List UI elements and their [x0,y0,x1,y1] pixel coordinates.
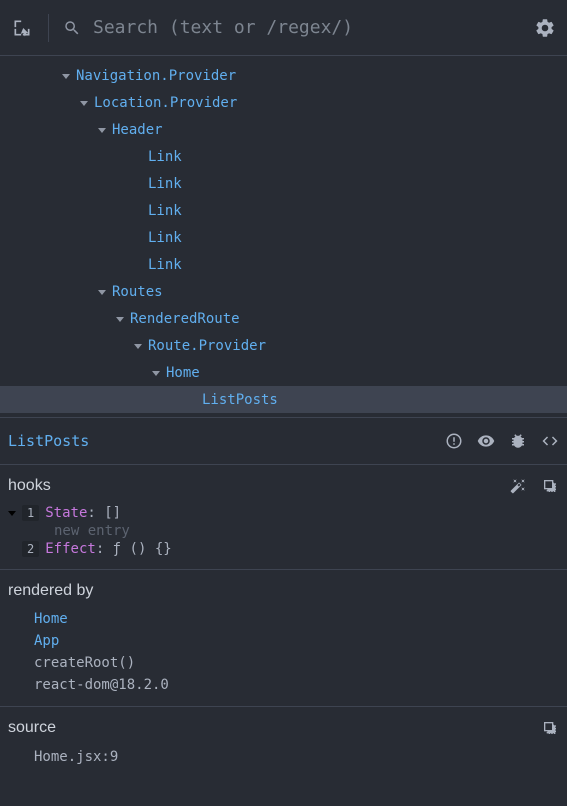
eye-icon[interactable] [477,432,495,450]
tree-arrow-none [132,259,144,271]
toolbar [0,0,567,56]
copy-icon[interactable] [541,719,559,737]
chevron-down-icon[interactable] [150,367,162,379]
tree-node[interactable]: RenderedRoute [0,305,567,332]
tree-node[interactable]: Link [0,224,567,251]
tree-node-label: Link [148,257,182,273]
tree-node[interactable]: Home [0,359,567,386]
tree-node-label: Header [112,122,163,138]
rendered-by-title: rendered by [8,582,93,600]
chevron-down-icon[interactable] [78,97,90,109]
tree-node-label: ListPosts [202,392,278,408]
tree-node[interactable]: Routes [0,278,567,305]
tree-node-label: RenderedRoute [130,311,240,327]
rendered-by-item: createRoot() [34,652,563,674]
tree-node-label: Route.Provider [148,338,266,354]
rendered-by-item[interactable]: Home [34,608,563,630]
tree-node[interactable]: Route.Provider [0,332,567,359]
divider [48,14,49,42]
tree-node[interactable]: Link [0,170,567,197]
hook-index: 1 [22,505,39,521]
source-location: Home.jsx:9 [4,745,563,765]
selected-component-name: ListPosts [8,432,89,450]
settings-button[interactable] [533,16,557,40]
bug-icon[interactable] [509,432,527,450]
tree-node-label: Navigation.Provider [76,68,236,84]
suspend-icon[interactable] [445,432,463,450]
chevron-down-icon[interactable] [132,340,144,352]
tree-arrow-none [132,232,144,244]
tree-arrow-none [132,178,144,190]
tree-node[interactable]: Link [0,251,567,278]
tree-node[interactable]: Link [0,143,567,170]
chevron-down-icon [4,541,16,557]
inspector-actions [445,432,559,450]
tree-node[interactable]: Link [0,197,567,224]
tree-arrow-none [186,394,198,406]
source-title: source [8,719,56,737]
wand-icon[interactable] [509,477,527,495]
select-element-button[interactable] [10,16,34,40]
tree-node-label: Location.Provider [94,95,237,111]
search-wrap [63,17,519,38]
tree-node-label: Link [148,230,182,246]
tree-node-label: Routes [112,284,163,300]
rendered-by-item[interactable]: App [34,630,563,652]
hooks-section: hooks 1 State: [] new entry 2 Effect: ƒ () … [0,465,567,570]
chevron-down-icon[interactable] [96,286,108,298]
tree-node-label: Link [148,176,182,192]
component-tree: Navigation.Provider Location.Provider Head… [0,56,567,417]
tree-node[interactable]: Location.Provider [0,89,567,116]
chevron-down-icon[interactable] [96,124,108,136]
tree-arrow-none [132,151,144,163]
search-icon [63,19,81,37]
source-section: source Home.jsx:9 [0,707,567,775]
copy-icon[interactable] [541,477,559,495]
tree-node[interactable]: Header [0,116,567,143]
selected-component-bar: ListPosts [0,417,567,465]
rendered-by-item: react-dom@18.2.0 [34,674,563,696]
tree-node[interactable]: ListPosts [0,386,567,413]
chevron-down-icon[interactable] [114,313,126,325]
rendered-by-section: rendered by HomeAppcreateRoot()react-dom… [0,570,567,707]
hook-label: State: [] [45,505,121,521]
chevron-down-icon[interactable] [4,509,16,517]
hook-index: 2 [22,541,39,557]
tree-arrow-none [132,205,144,217]
tree-node[interactable]: Navigation.Provider [0,62,567,89]
tree-node-label: Home [166,365,200,381]
chevron-down-icon[interactable] [60,70,72,82]
code-icon[interactable] [541,432,559,450]
tree-node-label: Link [148,149,182,165]
hook-row: 1 State: [] [4,503,563,523]
hook-new-entry[interactable]: new entry [4,523,563,539]
tree-node-label: Link [148,203,182,219]
search-input[interactable] [93,17,519,38]
hooks-title: hooks [8,477,51,495]
hook-label: Effect: ƒ () {} [45,541,171,557]
hook-row: 2 Effect: ƒ () {} [4,539,563,559]
